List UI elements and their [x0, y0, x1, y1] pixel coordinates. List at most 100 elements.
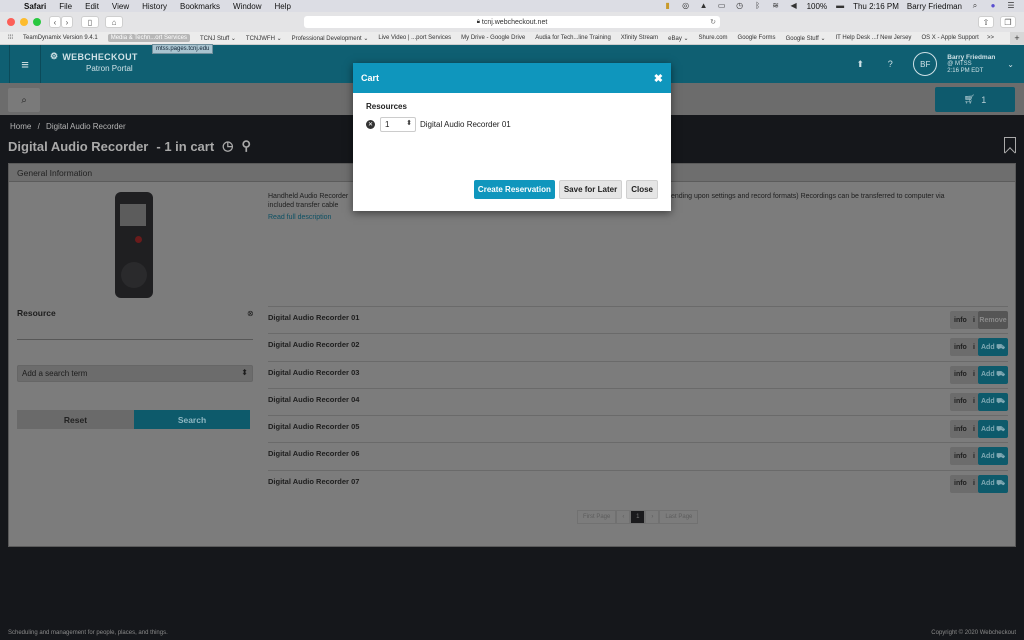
add-button[interactable]: Add ⛟ [978, 365, 1008, 384]
menu-view[interactable]: View [112, 2, 129, 11]
clock-icon[interactable]: ◷ [222, 138, 233, 154]
back-button[interactable]: ‹ [49, 16, 61, 28]
first-page-button[interactable]: First Page [577, 510, 617, 524]
breadcrumb-home[interactable]: Home [10, 122, 31, 131]
globe-icon[interactable]: ◎ [681, 2, 691, 10]
menubar-user[interactable]: Barry Friedman [907, 2, 962, 11]
quantity-stepper[interactable]: 1 ⬍ [380, 117, 416, 132]
bookmarks-grid-icon[interactable]: ⁞⁞⁞ [8, 35, 13, 41]
info-button[interactable]: info i [950, 338, 979, 357]
address-bar[interactable]: 🔒︎ tcnj.webcheckout.net ↻ [304, 16, 720, 28]
volume-icon[interactable]: ◀ [789, 2, 799, 10]
close-button[interactable]: Close [626, 180, 658, 199]
upload-icon[interactable]: ⬆ [853, 59, 867, 70]
reload-icon[interactable]: ↻ [710, 18, 716, 26]
chevron-down-icon[interactable]: ⌄ [1007, 60, 1014, 69]
info-icon: i [973, 452, 975, 460]
bookmark-item[interactable]: IT Help Desk ...f New Jersey [836, 35, 912, 41]
info-button[interactable]: info i [950, 474, 979, 493]
menu-help[interactable]: Help [274, 2, 290, 11]
bookmark-item[interactable]: Shure.com [699, 35, 728, 41]
read-full-description-link[interactable]: Read full description [268, 214, 331, 221]
clock[interactable]: Thu 2:16 PM [853, 2, 899, 11]
menu-file[interactable]: File [59, 2, 72, 11]
time-machine-icon[interactable]: ◷ [735, 2, 745, 10]
menu-window[interactable]: Window [233, 2, 261, 11]
cart-button[interactable]: 🛒︎ 1 [935, 87, 1015, 112]
spotlight-icon[interactable]: ⌕ [970, 2, 980, 10]
bookmark-item[interactable]: Audia for Tech...line Training [535, 35, 611, 41]
bookmark-item[interactable]: Google Forms [738, 35, 776, 41]
current-page[interactable]: 1 [630, 510, 646, 524]
remove-button[interactable]: Remove [978, 311, 1008, 329]
create-reservation-button[interactable]: Create Reservation [473, 180, 555, 199]
zoom-window-button[interactable] [33, 18, 41, 26]
airplay-icon[interactable]: ▭ [717, 2, 727, 10]
home-button[interactable]: ⌂ [105, 16, 123, 28]
brand[interactable]: ⚙ WEBCHECKOUT Patron Portal [50, 51, 138, 73]
minimize-window-button[interactable] [20, 18, 28, 26]
sidebar-toggle-button[interactable]: ▯ [81, 16, 99, 28]
bookmark-item[interactable]: eBay ⌄ [668, 35, 688, 42]
bookmark-item[interactable]: My Drive - Google Drive [461, 35, 525, 41]
bookmark-item[interactable]: TCNJ Stuff ⌄ [200, 35, 236, 42]
menu-edit[interactable]: Edit [85, 2, 99, 11]
add-button[interactable]: Add ⛟ [978, 474, 1008, 493]
last-page-button[interactable]: Last Page [659, 510, 699, 524]
tabs-overview-button[interactable]: ❐ [1000, 16, 1016, 28]
search-button[interactable]: ⌕ [8, 88, 40, 112]
user-info[interactable]: Barry Friedman @ MTSS 2:16 PM EDT [947, 54, 995, 75]
bookmarks-overflow[interactable]: >> [987, 35, 994, 41]
menu-safari[interactable]: Safari [24, 2, 46, 11]
search-submit-button[interactable]: Search [134, 410, 250, 429]
bookmark-item[interactable]: Xfinity Stream [621, 35, 658, 41]
bookmark-item[interactable]: Media & Techn...ort Services [107, 34, 190, 42]
resource-input[interactable] [17, 339, 253, 340]
info-button[interactable]: info i [950, 447, 979, 466]
close-window-button[interactable] [7, 18, 15, 26]
bookmark-item[interactable]: Live Video | ...port Services [378, 35, 451, 41]
share-button[interactable]: ⇧ [978, 16, 994, 28]
dialog-header: Cart ✖ [353, 63, 671, 93]
footer-copyright: Copyright © 2020 Webcheckout [931, 630, 1016, 636]
avatar[interactable]: BF [913, 52, 938, 76]
save-for-later-button[interactable]: Save for Later [558, 180, 623, 199]
add-button[interactable]: Add ⛟ [978, 338, 1008, 357]
close-icon[interactable]: ✖ [654, 72, 663, 85]
add-button[interactable]: Add ⛟ [978, 420, 1008, 439]
prev-page-button[interactable]: ‹ [616, 510, 631, 524]
reset-button[interactable]: Reset [17, 410, 134, 429]
info-button[interactable]: info i [950, 365, 979, 384]
info-icon: i [973, 316, 975, 324]
battery-icon[interactable]: ▬ [835, 2, 845, 10]
bookmark-item[interactable]: OS X - Apple Support [921, 35, 978, 41]
bookmark-item[interactable]: TCNJWFH ⌄ [246, 35, 282, 42]
menu-icon[interactable]: ≡ [9, 45, 41, 83]
clear-resource-icon[interactable]: ⊗ [247, 309, 254, 318]
shield-icon[interactable]: ▮ [663, 2, 673, 10]
info-button[interactable]: info i [950, 311, 979, 329]
info-label: info [954, 480, 967, 488]
help-icon[interactable]: ? [883, 59, 897, 69]
add-button[interactable]: Add ⛟ [978, 392, 1008, 411]
drive-icon[interactable]: ▲ [699, 2, 709, 10]
menu-history[interactable]: History [142, 2, 167, 11]
info-button[interactable]: info i [950, 420, 979, 439]
info-button[interactable]: info i [950, 392, 979, 411]
forward-button[interactable]: › [61, 16, 73, 28]
search-term-select[interactable]: Add a search term ⬍ [17, 365, 253, 382]
bookmark-item[interactable]: Professional Development ⌄ [292, 35, 369, 42]
add-button[interactable]: Add ⛟ [978, 447, 1008, 466]
new-tab-button[interactable]: + [1010, 32, 1024, 45]
next-page-button[interactable]: › [645, 510, 660, 524]
bookmark-item[interactable]: Google Stuff ⌄ [786, 35, 826, 42]
bookmark-icon[interactable] [1004, 137, 1016, 153]
notification-center-icon[interactable]: ☰ [1006, 2, 1016, 10]
menu-bookmarks[interactable]: Bookmarks [180, 2, 220, 11]
bluetooth-icon[interactable]: ᛒ [753, 2, 763, 10]
siri-icon[interactable]: ● [988, 2, 998, 10]
paperclip-icon[interactable]: ⚲ [242, 138, 252, 154]
wifi-icon[interactable]: ≋ [771, 2, 781, 10]
bookmark-item[interactable]: TeamDynamix Version 9.4.1 [23, 35, 98, 41]
remove-item-icon[interactable]: ✕ [366, 120, 375, 129]
